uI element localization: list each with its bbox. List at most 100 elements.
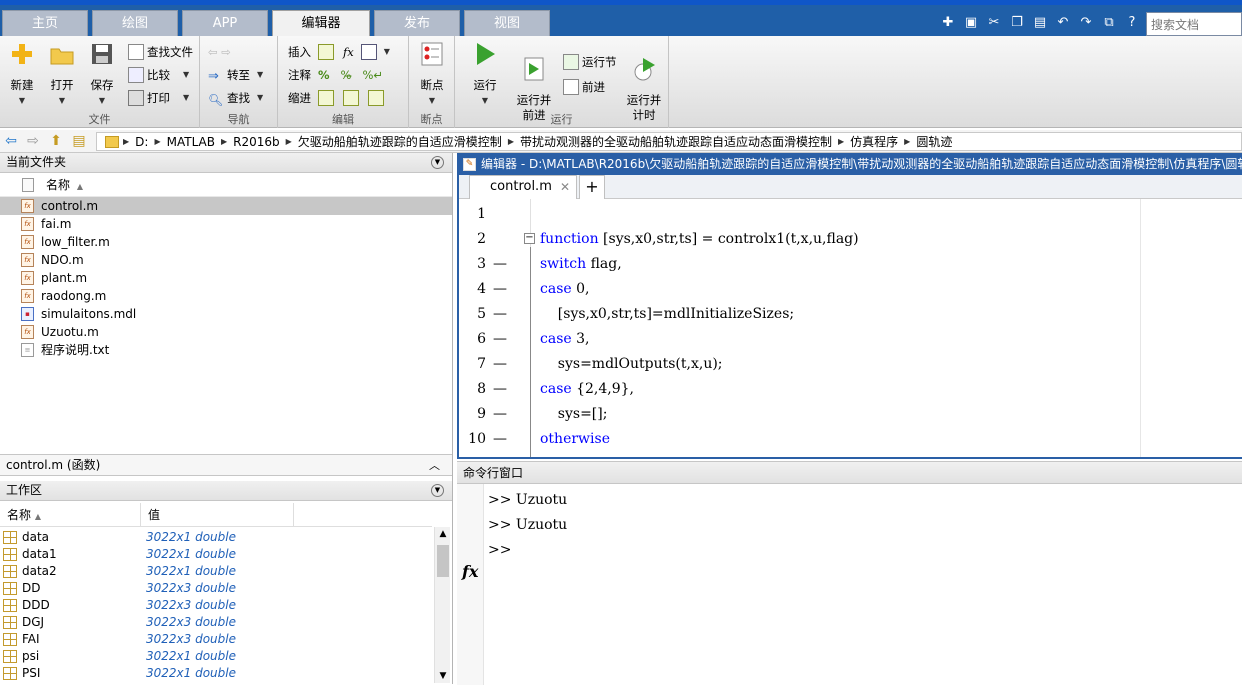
smart-indent-icon[interactable] — [318, 90, 334, 106]
path-segment[interactable]: 圆轨迹 — [910, 133, 958, 150]
print-button[interactable]: 打印 ▼ — [128, 88, 189, 108]
indent-button[interactable]: 缩进 — [288, 88, 384, 108]
comment-icon[interactable]: % — [318, 65, 330, 85]
forward-icon[interactable]: ⇨ — [24, 132, 42, 150]
command-prompt[interactable]: >> — [488, 542, 511, 558]
command-window[interactable]: 命令行窗口 fx >> Uzuotu >> Uzuotu >> — [457, 461, 1242, 685]
close-icon[interactable]: ✕ — [560, 176, 570, 198]
open-button[interactable]: 打开 ▼ — [41, 40, 83, 108]
workspace-scrollbar[interactable]: ▲ ▼ — [434, 527, 450, 683]
fx-icon[interactable]: fx — [462, 562, 478, 581]
uncomment-icon[interactable]: %̶ — [341, 65, 352, 85]
path-segment[interactable]: D: — [129, 135, 154, 149]
path-segment[interactable]: R2016b — [227, 135, 286, 149]
path-segment[interactable]: 带扰动观测器的全驱动船舶轨迹跟踪自适应动态面滑模控制 — [514, 133, 838, 150]
workspace-row[interactable]: PSI 3022x1 double — [0, 665, 432, 682]
executable-line-marker[interactable]: — — [493, 452, 507, 457]
switch-windows-icon[interactable]: ⧉ — [1099, 13, 1119, 33]
new-button[interactable]: 新建 ▼ — [1, 40, 43, 108]
decrease-indent-icon[interactable] — [368, 90, 384, 106]
code-line[interactable]: 4 — case 0, — [459, 277, 1242, 302]
file-row[interactable]: ≡ 程序说明.txt — [0, 341, 452, 359]
code-area[interactable]: 1 2 − function [sys,x0,str,ts] = controlx1(… — [459, 199, 1242, 457]
file-row[interactable]: fx control.m — [0, 197, 452, 215]
code-line[interactable]: 8 — case {2,4,9}, — [459, 377, 1242, 402]
insert-button[interactable]: 插入 fx ▼ — [288, 42, 390, 62]
insert-cell-icon[interactable] — [360, 44, 377, 60]
file-row[interactable]: ▪ simulaitons.mdl — [0, 305, 452, 323]
current-folder-path[interactable]: ▶ D: ▶ MATLAB ▶ R2016b ▶ 欠驱动船舶轨迹跟踪的自适应滑模控制 ▶… — [96, 132, 1242, 151]
workspace-row[interactable]: data 3022x1 double — [0, 529, 432, 546]
back-icon[interactable]: ⇦ — [2, 132, 20, 150]
code-line[interactable]: 5 — [sys,x0,str,ts]=mdlInitializeSizes; — [459, 302, 1242, 327]
tab-publish[interactable]: 发布 — [374, 10, 460, 36]
tab-apps[interactable]: APP — [182, 10, 268, 36]
code-line[interactable]: 7 — sys=mdlOutputs(t,x,u); — [459, 352, 1242, 377]
comment-button[interactable]: 注释 % %̶ %↵ — [288, 65, 383, 85]
workspace-row[interactable]: DGJ 3022x3 double — [0, 614, 432, 631]
save-icon[interactable]: ▣ — [961, 13, 981, 33]
executable-line-marker[interactable]: — — [493, 427, 507, 452]
browse-folder-icon[interactable]: ▤ — [70, 132, 88, 150]
executable-line-marker[interactable]: — — [493, 327, 507, 352]
workspace-row[interactable]: DD 3022x3 double — [0, 580, 432, 597]
save-button[interactable]: 保存 ▼ — [81, 40, 123, 108]
goto-button[interactable]: ⇒ 转至 ▼ — [208, 65, 263, 85]
tab-home[interactable]: 主页 — [2, 10, 88, 36]
file-row[interactable]: fx raodong.m — [0, 287, 452, 305]
up-folder-icon[interactable]: ⬆ — [47, 132, 65, 150]
workspace-row[interactable]: data1 3022x1 double — [0, 546, 432, 563]
copy-icon[interactable]: ❐ — [1007, 13, 1027, 33]
find-button[interactable]: 🔍︎ 查找 ▼ — [208, 88, 263, 108]
file-browser-header[interactable]: 名称 ▲ — [0, 173, 452, 197]
executable-line-marker[interactable]: — — [493, 302, 507, 327]
advance-button[interactable]: 前进 — [563, 77, 605, 97]
tab-view[interactable]: 视图 — [464, 10, 550, 36]
chevron-up-icon[interactable]: ︿ — [429, 455, 440, 476]
run-section-button[interactable]: 运行节 — [563, 52, 617, 72]
workspace-row[interactable]: psi 3022x1 double — [0, 648, 432, 665]
workspace-row[interactable]: DDD 3022x3 double — [0, 597, 432, 614]
back-forward-buttons[interactable]: ⇦ ⇨ — [208, 42, 231, 62]
value-column-header[interactable]: 值 — [141, 503, 294, 527]
file-row[interactable]: fx NDO.m — [0, 251, 452, 269]
executable-line-marker[interactable]: — — [493, 252, 507, 277]
code-line[interactable]: 10 — otherwise — [459, 427, 1242, 452]
workspace-row[interactable]: data2 3022x1 double — [0, 563, 432, 580]
editor-tab-control[interactable]: control.m ✕ — [469, 175, 577, 199]
name-column-header[interactable]: 名称 ▲ — [0, 503, 141, 527]
code-line[interactable]: 3 — switch flag, — [459, 252, 1242, 277]
fold-toggle-icon[interactable]: − — [524, 233, 535, 244]
search-docs-input[interactable]: 搜索文档 — [1146, 12, 1242, 36]
file-details-bar[interactable]: control.m (函数) ︿ — [0, 454, 452, 476]
executable-line-marker[interactable]: — — [493, 402, 507, 427]
file-row[interactable]: fx fai.m — [0, 215, 452, 233]
paste-icon[interactable]: ▤ — [1030, 13, 1050, 33]
code-line[interactable]: 6 — case 3, — [459, 327, 1242, 352]
undo-icon[interactable]: ↶ — [1053, 13, 1073, 33]
executable-line-marker[interactable]: — — [493, 352, 507, 377]
scroll-thumb[interactable] — [437, 545, 449, 577]
file-row[interactable]: fx low_filter.m — [0, 233, 452, 251]
file-row[interactable]: fx plant.m — [0, 269, 452, 287]
path-segment[interactable]: 欠驱动船舶轨迹跟踪的自适应滑模控制 — [292, 133, 508, 150]
code-line[interactable]: 1 — [459, 202, 1242, 227]
help-icon[interactable]: ? — [1122, 13, 1142, 33]
tab-plots[interactable]: 绘图 — [92, 10, 178, 36]
redo-icon[interactable]: ↷ — [1076, 13, 1096, 33]
code-line[interactable]: 9 — sys=[]; — [459, 402, 1242, 427]
increase-indent-icon[interactable] — [343, 90, 359, 106]
path-segment[interactable]: MATLAB — [161, 135, 221, 149]
scroll-up-icon[interactable]: ▲ — [435, 529, 451, 539]
name-column-header[interactable]: 名称 — [46, 178, 70, 192]
compare-button[interactable]: 比较 ▼ — [128, 65, 189, 85]
panel-menu-icon[interactable]: ▼ — [431, 484, 444, 497]
scroll-down-icon[interactable]: ▼ — [435, 671, 451, 681]
executable-line-marker[interactable]: — — [493, 277, 507, 302]
breakpoints-button[interactable]: 断点 ▼ — [411, 40, 453, 108]
cut-icon[interactable]: ✂ — [984, 13, 1004, 33]
panel-menu-icon[interactable]: ▼ — [431, 156, 444, 169]
wrap-comments-icon[interactable]: %↵ — [362, 65, 383, 85]
path-segment[interactable]: 仿真程序 — [844, 133, 904, 150]
new-tab-button[interactable]: + — [579, 175, 605, 199]
